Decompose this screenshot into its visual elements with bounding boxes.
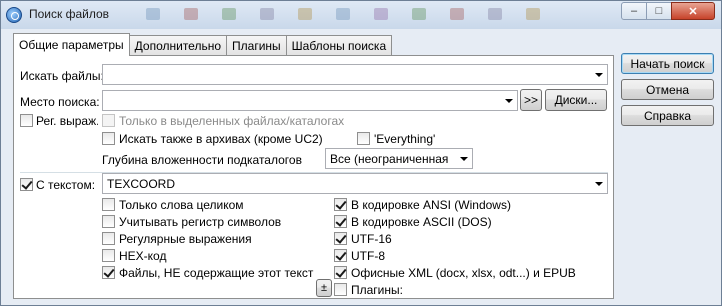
window-title: Поиск файлов [29,7,110,21]
utf16-label: UTF-16 [351,232,392,246]
search-for-label: Искать файлы: [20,69,104,83]
case-sensitive-checkbox[interactable] [102,215,115,228]
maximize-button[interactable]: □ [646,2,672,20]
whole-words-label: Только слова целиком [119,198,244,212]
search-in-label: Место поиска: [20,95,100,109]
search-in-combo[interactable] [102,90,518,111]
with-text-checkbox[interactable] [20,178,33,191]
tab-advanced[interactable]: Дополнительно [128,35,228,56]
regex-label: Рег. выраж. [36,114,98,128]
plus-minus-button[interactable]: ± [316,279,332,297]
text-value: TEXCOORD [107,177,176,191]
titlebar-background-icons [146,8,540,20]
depth-combo[interactable]: Все (неограниченная [325,148,473,169]
help-button[interactable]: Справка [621,105,714,126]
case-sensitive-label: Учитывать регистр символов [119,215,282,229]
whole-words-checkbox[interactable] [102,198,115,211]
tab-strip: Общие параметры Дополнительно Плагины Ша… [13,33,393,56]
chevron-down-icon[interactable] [595,73,603,77]
office-xml-label: Офисные XML (docx, xlsx, odt...) и EPUB [351,266,576,280]
everything-checkbox[interactable] [357,132,370,145]
depth-label: Глубина вложенности подкаталогов [102,153,302,167]
only-selected-label: Только в выделенных файлах/каталогах [119,114,345,128]
with-text-label: С текстом: [36,178,96,192]
text-combo[interactable]: TEXCOORD [102,173,608,194]
office-xml-checkbox[interactable] [334,266,347,279]
minimize-button[interactable]: – [621,2,647,20]
search-archives-label: Искать также в архивах (кроме UC2) [119,132,323,146]
start-search-button[interactable]: Начать поиск [621,53,714,74]
browse-button[interactable]: >> [520,89,542,111]
ascii-checkbox[interactable] [334,215,347,228]
tab-plugins[interactable]: Плагины [226,35,287,56]
utf16-checkbox[interactable] [334,232,347,245]
general-tab-panel: Искать файлы: Место поиска: >> Диски... … [13,55,614,299]
search-files-window: Поиск файлов – □ ✕ Общие параметры Допол… [0,0,722,306]
search-app-icon [6,7,22,23]
hex-label: HEX-код [119,249,167,263]
everything-label: 'Everything' [374,132,436,146]
search-archives-checkbox[interactable] [102,132,115,145]
search-for-combo[interactable] [102,64,608,85]
only-selected-checkbox [102,114,115,127]
chevron-down-icon[interactable] [505,99,513,103]
not-containing-checkbox[interactable] [102,266,115,279]
regex-checkbox[interactable] [20,114,33,127]
title-bar[interactable]: Поиск файлов – □ ✕ [1,1,721,29]
ascii-label: В кодировке ASCII (DOS) [351,215,492,229]
not-containing-label: Файлы, НЕ содержащие этот текст [119,266,314,280]
plugins-checkbox[interactable] [334,283,347,296]
chevron-down-icon[interactable] [595,182,603,186]
tab-search-templates[interactable]: Шаблоны поиска [285,35,393,56]
regular-expressions-checkbox[interactable] [102,232,115,245]
cancel-button[interactable]: Отмена [621,79,714,100]
depth-value: Все (неограниченная [330,152,449,166]
plugins-label: Плагины: [351,283,403,297]
ansi-checkbox[interactable] [334,198,347,211]
close-button[interactable]: ✕ [671,2,715,20]
hex-checkbox[interactable] [102,249,115,262]
drives-button[interactable]: Диски... [545,89,607,111]
utf8-label: UTF-8 [351,249,385,263]
chevron-down-icon[interactable] [460,157,468,161]
regular-expressions-label: Регулярные выражения [119,232,252,246]
tab-general[interactable]: Общие параметры [13,33,130,56]
ansi-label: В кодировке ANSI (Windows) [351,198,511,212]
utf8-checkbox[interactable] [334,249,347,262]
